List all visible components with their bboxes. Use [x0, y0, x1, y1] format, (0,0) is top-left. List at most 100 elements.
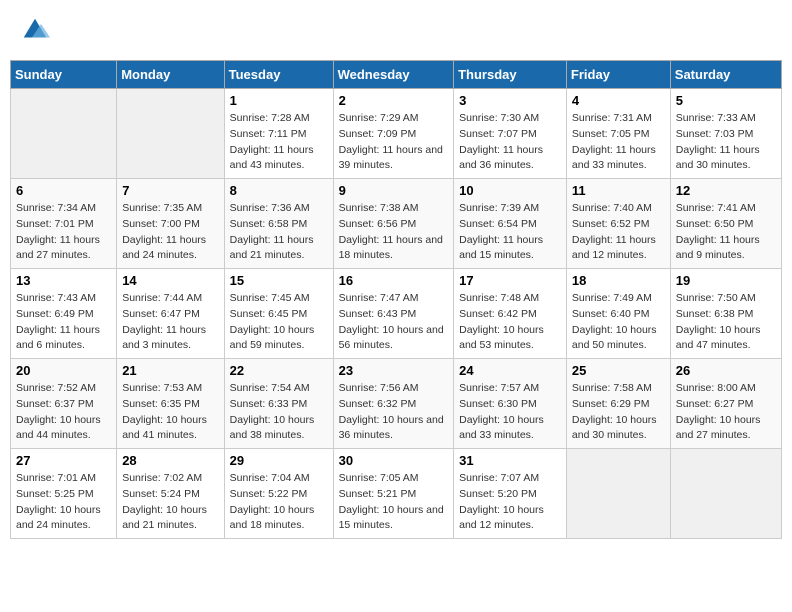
- day-number: 10: [459, 183, 561, 198]
- day-number: 31: [459, 453, 561, 468]
- calendar-cell: 17 Sunrise: 7:48 AMSunset: 6:42 PMDayligh…: [454, 269, 567, 359]
- day-info: Sunrise: 7:52 AMSunset: 6:37 PMDaylight:…: [16, 381, 111, 444]
- calendar-cell: 6 Sunrise: 7:34 AMSunset: 7:01 PMDaylight…: [11, 179, 117, 269]
- day-number: 21: [122, 363, 218, 378]
- day-info: Sunrise: 7:54 AMSunset: 6:33 PMDaylight:…: [230, 381, 328, 444]
- day-info: Sunrise: 8:00 AMSunset: 6:27 PMDaylight:…: [676, 381, 776, 444]
- day-info: Sunrise: 7:07 AMSunset: 5:20 PMDaylight:…: [459, 471, 561, 534]
- logo-icon: [20, 15, 50, 45]
- day-info: Sunrise: 7:30 AMSunset: 7:07 PMDaylight:…: [459, 111, 561, 174]
- day-info: Sunrise: 7:47 AMSunset: 6:43 PMDaylight:…: [339, 291, 449, 354]
- day-number: 9: [339, 183, 449, 198]
- day-number: 24: [459, 363, 561, 378]
- day-number: 27: [16, 453, 111, 468]
- day-number: 12: [676, 183, 776, 198]
- day-info: Sunrise: 7:45 AMSunset: 6:45 PMDaylight:…: [230, 291, 328, 354]
- day-number: 22: [230, 363, 328, 378]
- day-number: 25: [572, 363, 665, 378]
- calendar-cell: 23 Sunrise: 7:56 AMSunset: 6:32 PMDayligh…: [333, 359, 454, 449]
- calendar-cell: 7 Sunrise: 7:35 AMSunset: 7:00 PMDaylight…: [117, 179, 224, 269]
- calendar-cell: 20Sunrise: 7:52 AMSunset: 6:37 PMDayligh…: [11, 359, 117, 449]
- calendar-cell: [11, 89, 117, 179]
- day-info: Sunrise: 7:58 AMSunset: 6:29 PMDaylight:…: [572, 381, 665, 444]
- day-info: Sunrise: 7:57 AMSunset: 6:30 PMDaylight:…: [459, 381, 561, 444]
- day-number: 17: [459, 273, 561, 288]
- day-number: 23: [339, 363, 449, 378]
- day-info: Sunrise: 7:28 AMSunset: 7:11 PMDaylight:…: [230, 111, 328, 174]
- day-number: 15: [230, 273, 328, 288]
- day-number: 6: [16, 183, 111, 198]
- day-info: Sunrise: 7:05 AMSunset: 5:21 PMDaylight:…: [339, 471, 449, 534]
- day-number: 16: [339, 273, 449, 288]
- calendar-cell: 29Sunrise: 7:04 AMSunset: 5:22 PMDayligh…: [224, 449, 333, 539]
- day-info: Sunrise: 7:48 AMSunset: 6:42 PMDaylight:…: [459, 291, 561, 354]
- day-number: 11: [572, 183, 665, 198]
- day-number: 7: [122, 183, 218, 198]
- calendar-cell: 11 Sunrise: 7:40 AMSunset: 6:52 PMDayligh…: [566, 179, 670, 269]
- header-row: SundayMondayTuesdayWednesdayThursdayFrid…: [11, 61, 782, 89]
- calendar-cell: 25 Sunrise: 7:58 AMSunset: 6:29 PMDayligh…: [566, 359, 670, 449]
- calendar-week-3: 13 Sunrise: 7:43 AMSunset: 6:49 PMDayligh…: [11, 269, 782, 359]
- day-info: Sunrise: 7:39 AMSunset: 6:54 PMDaylight:…: [459, 201, 561, 264]
- calendar-cell: 15 Sunrise: 7:45 AMSunset: 6:45 PMDayligh…: [224, 269, 333, 359]
- calendar-cell: 12Sunrise: 7:41 AMSunset: 6:50 PMDayligh…: [670, 179, 781, 269]
- day-info: Sunrise: 7:38 AMSunset: 6:56 PMDaylight:…: [339, 201, 449, 264]
- day-number: 8: [230, 183, 328, 198]
- header-cell-saturday: Saturday: [670, 61, 781, 89]
- day-info: Sunrise: 7:56 AMSunset: 6:32 PMDaylight:…: [339, 381, 449, 444]
- calendar-cell: [117, 89, 224, 179]
- header-cell-sunday: Sunday: [11, 61, 117, 89]
- calendar-cell: [670, 449, 781, 539]
- page-header: [10, 10, 782, 50]
- calendar-cell: 24 Sunrise: 7:57 AMSunset: 6:30 PMDayligh…: [454, 359, 567, 449]
- day-info: Sunrise: 7:04 AMSunset: 5:22 PMDaylight:…: [230, 471, 328, 534]
- day-info: Sunrise: 7:01 AMSunset: 5:25 PMDaylight:…: [16, 471, 111, 534]
- calendar-table: SundayMondayTuesdayWednesdayThursdayFrid…: [10, 60, 782, 539]
- calendar-cell: 31 Sunrise: 7:07 AMSunset: 5:20 PMDayligh…: [454, 449, 567, 539]
- day-info: Sunrise: 7:44 AMSunset: 6:47 PMDaylight:…: [122, 291, 218, 354]
- calendar-week-4: 20Sunrise: 7:52 AMSunset: 6:37 PMDayligh…: [11, 359, 782, 449]
- day-number: 4: [572, 93, 665, 108]
- day-number: 13: [16, 273, 111, 288]
- calendar-cell: 13 Sunrise: 7:43 AMSunset: 6:49 PMDayligh…: [11, 269, 117, 359]
- day-info: Sunrise: 7:43 AMSunset: 6:49 PMDaylight:…: [16, 291, 111, 354]
- calendar-cell: 2 Sunrise: 7:29 AMSunset: 7:09 PMDaylight…: [333, 89, 454, 179]
- calendar-cell: 28 Sunrise: 7:02 AMSunset: 5:24 PMDayligh…: [117, 449, 224, 539]
- day-info: Sunrise: 7:36 AMSunset: 6:58 PMDaylight:…: [230, 201, 328, 264]
- day-number: 30: [339, 453, 449, 468]
- header-cell-thursday: Thursday: [454, 61, 567, 89]
- calendar-cell: [566, 449, 670, 539]
- calendar-cell: 1 Sunrise: 7:28 AMSunset: 7:11 PMDaylight…: [224, 89, 333, 179]
- day-info: Sunrise: 7:34 AMSunset: 7:01 PMDaylight:…: [16, 201, 111, 264]
- logo: [20, 15, 54, 45]
- calendar-cell: 5Sunrise: 7:33 AMSunset: 7:03 PMDaylight…: [670, 89, 781, 179]
- calendar-cell: 4Sunrise: 7:31 AMSunset: 7:05 PMDaylight…: [566, 89, 670, 179]
- day-info: Sunrise: 7:29 AMSunset: 7:09 PMDaylight:…: [339, 111, 449, 174]
- day-number: 18: [572, 273, 665, 288]
- day-number: 28: [122, 453, 218, 468]
- day-number: 26: [676, 363, 776, 378]
- calendar-week-1: 1 Sunrise: 7:28 AMSunset: 7:11 PMDaylight…: [11, 89, 782, 179]
- calendar-cell: 14Sunrise: 7:44 AMSunset: 6:47 PMDayligh…: [117, 269, 224, 359]
- calendar-cell: 10 Sunrise: 7:39 AMSunset: 6:54 PMDayligh…: [454, 179, 567, 269]
- calendar-week-2: 6 Sunrise: 7:34 AMSunset: 7:01 PMDaylight…: [11, 179, 782, 269]
- calendar-cell: 18 Sunrise: 7:49 AMSunset: 6:40 PMDayligh…: [566, 269, 670, 359]
- calendar-cell: 19Sunrise: 7:50 AMSunset: 6:38 PMDayligh…: [670, 269, 781, 359]
- day-number: 2: [339, 93, 449, 108]
- calendar-cell: 27 Sunrise: 7:01 AMSunset: 5:25 PMDayligh…: [11, 449, 117, 539]
- day-info: Sunrise: 7:49 AMSunset: 6:40 PMDaylight:…: [572, 291, 665, 354]
- day-info: Sunrise: 7:53 AMSunset: 6:35 PMDaylight:…: [122, 381, 218, 444]
- day-info: Sunrise: 7:02 AMSunset: 5:24 PMDaylight:…: [122, 471, 218, 534]
- day-number: 19: [676, 273, 776, 288]
- day-info: Sunrise: 7:35 AMSunset: 7:00 PMDaylight:…: [122, 201, 218, 264]
- header-cell-friday: Friday: [566, 61, 670, 89]
- calendar-cell: 3Sunrise: 7:30 AMSunset: 7:07 PMDaylight…: [454, 89, 567, 179]
- calendar-cell: 30 Sunrise: 7:05 AMSunset: 5:21 PMDayligh…: [333, 449, 454, 539]
- header-cell-wednesday: Wednesday: [333, 61, 454, 89]
- calendar-week-5: 27 Sunrise: 7:01 AMSunset: 5:25 PMDayligh…: [11, 449, 782, 539]
- calendar-cell: 9 Sunrise: 7:38 AMSunset: 6:56 PMDaylight…: [333, 179, 454, 269]
- day-number: 1: [230, 93, 328, 108]
- day-info: Sunrise: 7:40 AMSunset: 6:52 PMDaylight:…: [572, 201, 665, 264]
- calendar-cell: 22 Sunrise: 7:54 AMSunset: 6:33 PMDayligh…: [224, 359, 333, 449]
- calendar-cell: 16 Sunrise: 7:47 AMSunset: 6:43 PMDayligh…: [333, 269, 454, 359]
